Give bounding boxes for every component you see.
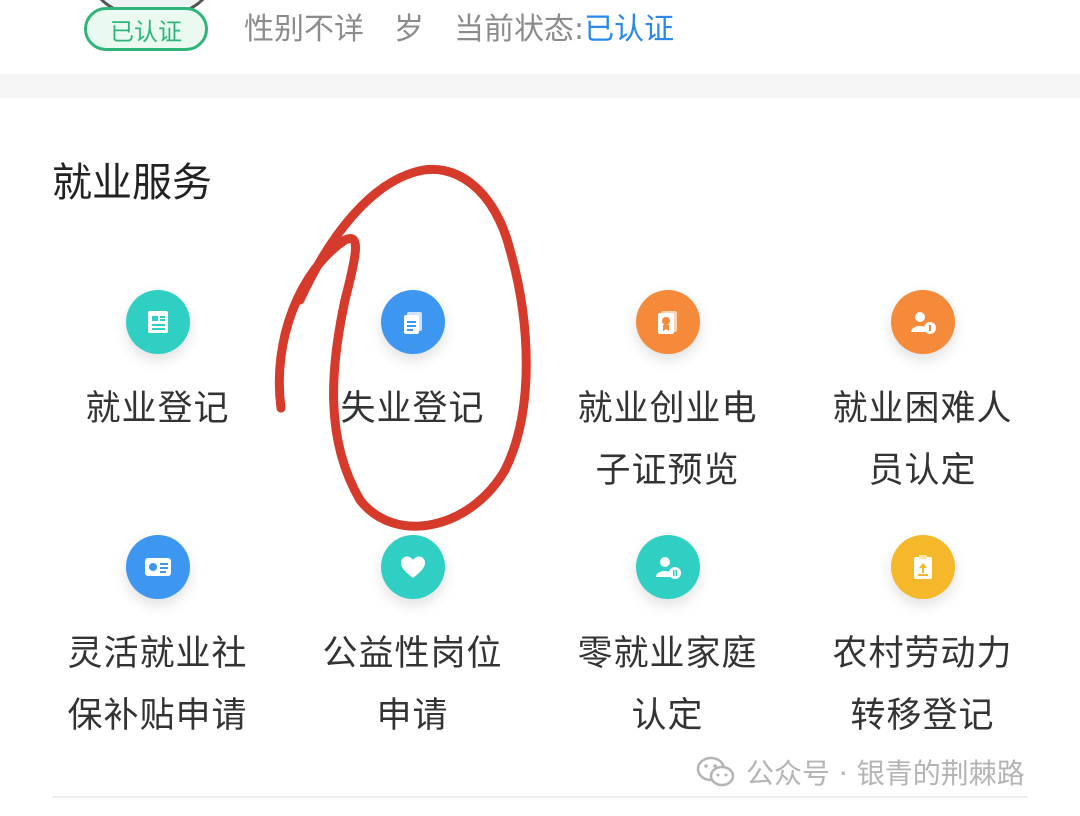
- service-hardship-certification[interactable]: 就业困难人 员认定: [795, 290, 1050, 502]
- profile-card: 已认证 性别不详岁当前状态:已认证: [0, 0, 1080, 74]
- service-label: 就业登记: [85, 389, 230, 429]
- watermark-text: 公众号 · 银青的荆棘路: [746, 757, 1025, 790]
- service-label: 灵活就业社 保补贴申请: [67, 634, 248, 736]
- status-label: 当前状态:: [454, 12, 585, 47]
- watermark: 公众号 · 银青的荆棘路: [696, 752, 1025, 792]
- service-public-welfare-position[interactable]: 公益性岗位 申请: [285, 535, 540, 747]
- age-text: 岁: [394, 12, 424, 47]
- person-badge-icon: [635, 535, 700, 599]
- service-flexible-employment-subsidy[interactable]: 灵活就业社 保补贴申请: [30, 535, 285, 747]
- section-title: 就业服务: [52, 160, 212, 206]
- bottom-divider: [52, 796, 1028, 798]
- service-label: 就业困难人 员认定: [832, 389, 1013, 491]
- id-card-icon: [125, 535, 190, 599]
- service-rural-labor-transfer[interactable]: 农村劳动力 转移登记: [795, 535, 1050, 747]
- file-icon: [380, 290, 445, 354]
- service-employment-registration[interactable]: 就业登记: [30, 290, 285, 440]
- person-info-icon: [890, 290, 955, 354]
- service-label: 公益性岗位 申请: [322, 634, 503, 736]
- clipboard-icon: [890, 535, 955, 599]
- heart-icon: [380, 535, 445, 599]
- service-label: 就业创业电 子证预览: [577, 389, 758, 491]
- certificate-icon: [635, 290, 700, 354]
- document-icon: [125, 290, 190, 354]
- wechat-icon: [696, 756, 735, 787]
- service-e-certificate-preview[interactable]: 就业创业电 子证预览: [540, 290, 795, 502]
- service-unemployment-registration[interactable]: 失业登记: [285, 290, 540, 440]
- service-label: 农村劳动力 转移登记: [832, 634, 1013, 736]
- section-separator: [0, 74, 1080, 98]
- service-zero-employment-family[interactable]: 零就业家庭 认定: [540, 535, 795, 747]
- service-label: 失业登记: [340, 389, 485, 429]
- service-label: 零就业家庭 认定: [577, 634, 758, 736]
- profile-info: 性别不详岁当前状态:已认证: [244, 4, 674, 48]
- status-value: 已认证: [584, 12, 675, 47]
- verified-badge: 已认证: [84, 7, 208, 51]
- gender-text: 性别不详: [244, 12, 364, 47]
